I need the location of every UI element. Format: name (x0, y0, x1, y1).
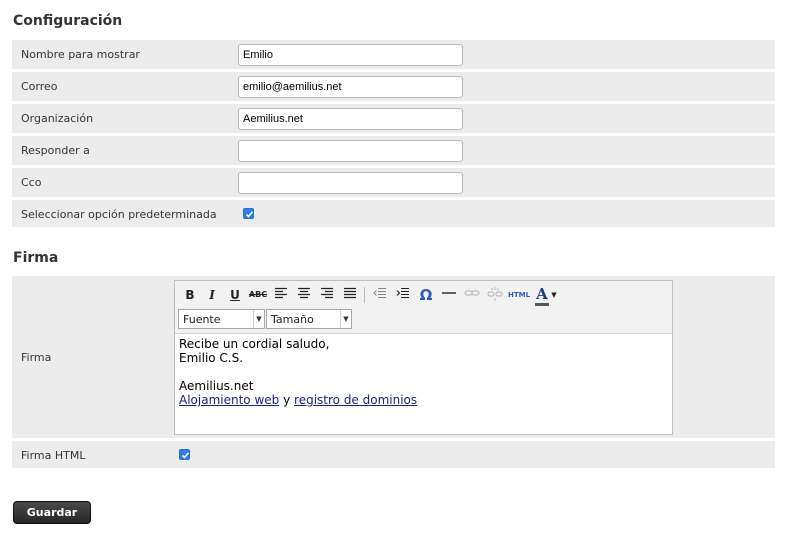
html-signature-checkbox[interactable] (179, 449, 190, 460)
html-source-icon[interactable]: HTML (507, 287, 531, 303)
form-row-html-signature: Firma HTML (12, 441, 775, 468)
organization-input[interactable] (238, 108, 463, 130)
form-row-organization: Organización (12, 104, 775, 133)
color-dropdown-icon[interactable]: ▼ (549, 287, 559, 303)
chevron-down-icon: ▼ (340, 310, 351, 328)
editor-content[interactable]: Recibe un cordial saludo, Emilio C.S. Ae… (179, 337, 417, 407)
signature-title: Firma (13, 250, 59, 266)
hosting-link[interactable]: Alojamiento web (179, 393, 279, 407)
chevron-down-icon: ▼ (253, 310, 264, 328)
outdent-icon[interactable] (370, 287, 390, 303)
indent-icon[interactable] (393, 287, 413, 303)
config-title: Configuración (13, 13, 123, 29)
form-row-bcc: Cco (12, 168, 775, 197)
italic-icon[interactable]: I (202, 287, 222, 303)
form-row-display-name: Nombre para mostrar (12, 40, 775, 69)
form-row-reply-to: Responder a (12, 136, 775, 165)
signature-line-name: Emilio C.S. (179, 351, 244, 365)
horizontal-rule-icon[interactable] (439, 287, 459, 303)
signature-label: Firma (21, 351, 52, 364)
editor-toolbar: B I U ABC Ω HTML A ▼ Fuente ▼ Tamaño ▼ (175, 281, 672, 334)
unlink-icon[interactable] (485, 287, 505, 303)
signature-line-company: Aemilius.net (179, 379, 254, 393)
underline-icon[interactable]: U (225, 287, 245, 303)
toolbar-divider (364, 287, 365, 303)
email-input[interactable] (238, 76, 463, 98)
save-button[interactable]: Guardar (13, 501, 91, 524)
special-char-icon[interactable]: Ω (416, 287, 436, 303)
organization-label: Organización (21, 112, 94, 125)
display-name-input[interactable] (238, 44, 463, 66)
size-select-label: Tamaño (271, 313, 314, 326)
font-select-label: Fuente (183, 313, 221, 326)
align-left-icon[interactable] (271, 287, 291, 303)
form-row-default-option: Seleccionar opción predeterminada (12, 200, 775, 227)
reply-to-input[interactable] (238, 140, 463, 162)
strikethrough-icon[interactable]: ABC (248, 287, 268, 303)
signature-editor: B I U ABC Ω HTML A ▼ Fuente ▼ Tamaño ▼ R… (174, 280, 673, 435)
display-name-label: Nombre para mostrar (21, 48, 140, 61)
link-icon[interactable] (462, 287, 482, 303)
signature-line-greeting: Recibe un cordial saludo, (179, 337, 330, 351)
size-select[interactable]: Tamaño ▼ (266, 309, 352, 329)
form-row-signature: Firma B I U ABC Ω HTML A ▼ Fuente ▼ Tama… (12, 276, 775, 438)
default-option-checkbox[interactable] (243, 208, 254, 219)
font-select[interactable]: Fuente ▼ (178, 309, 265, 329)
checkmark-icon (245, 211, 254, 218)
bcc-input[interactable] (238, 172, 463, 194)
form-row-email: Correo (12, 72, 775, 101)
bold-icon[interactable]: B (180, 287, 200, 303)
align-center-icon[interactable] (294, 287, 314, 303)
bcc-label: Cco (21, 176, 42, 189)
checkmark-icon (181, 452, 190, 459)
default-option-label: Seleccionar opción predeterminada (21, 208, 217, 221)
domains-link[interactable]: registro de dominios (294, 393, 417, 407)
align-right-icon[interactable] (317, 287, 337, 303)
signature-line-links: Alojamiento web y registro de dominios (179, 393, 417, 407)
justify-icon[interactable] (340, 287, 360, 303)
link-connector: y (283, 393, 291, 407)
email-label: Correo (21, 80, 58, 93)
html-signature-label: Firma HTML (21, 449, 86, 462)
reply-to-label: Responder a (21, 144, 90, 157)
